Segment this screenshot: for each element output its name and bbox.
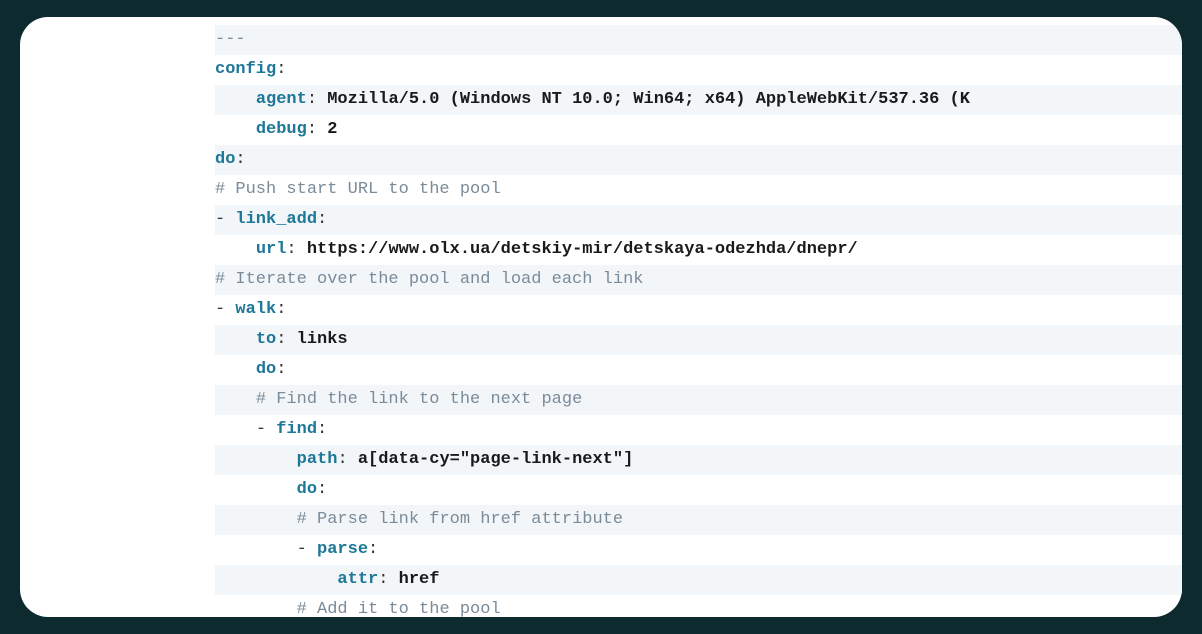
yaml-value: a[data-cy="page-link-next"] [358, 445, 633, 475]
code-line: # Iterate over the pool and load each li… [215, 265, 1182, 295]
yaml-comment: # Add it to the pool [297, 595, 501, 617]
yaml-value: href [399, 565, 440, 595]
yaml-key: debug [256, 115, 307, 145]
code-line: to: links [215, 325, 1182, 355]
code-line: - walk: [215, 295, 1182, 325]
code-card: --- config: agent: Mozilla/5.0 (Windows … [20, 17, 1182, 617]
code-block: --- config: agent: Mozilla/5.0 (Windows … [20, 17, 1182, 617]
code-line: - find: [215, 415, 1182, 445]
yaml-value: Mozilla/5.0 (Windows NT 10.0; Win64; x64… [327, 85, 970, 115]
yaml-key: parse [317, 535, 368, 565]
yaml-key: url [256, 235, 287, 265]
yaml-key: to [256, 325, 276, 355]
code-line: # Parse link from href attribute [215, 505, 1182, 535]
code-line: --- [215, 25, 1182, 55]
code-line: - link_add: [215, 205, 1182, 235]
yaml-key: do [215, 145, 235, 175]
code-line: - parse: [215, 535, 1182, 565]
code-line: do: [215, 475, 1182, 505]
yaml-comment: # Iterate over the pool and load each li… [215, 265, 643, 295]
yaml-key: agent [256, 85, 307, 115]
yaml-value: 2 [327, 115, 337, 145]
code-line: url: https://www.olx.ua/detskiy-mir/dets… [215, 235, 1182, 265]
code-line: # Find the link to the next page [215, 385, 1182, 415]
yaml-key: path [297, 445, 338, 475]
yaml-key: walk [235, 295, 276, 325]
code-line: agent: Mozilla/5.0 (Windows NT 10.0; Win… [215, 85, 1182, 115]
yaml-key: attr [337, 565, 378, 595]
yaml-key: config [215, 55, 276, 85]
yaml-value: links [297, 325, 348, 355]
yaml-key: do [256, 355, 276, 385]
code-line: do: [215, 355, 1182, 385]
code-line: path: a[data-cy="page-link-next"] [215, 445, 1182, 475]
yaml-key: do [297, 475, 317, 505]
yaml-value: https://www.olx.ua/detskiy-mir/detskaya-… [307, 235, 858, 265]
yaml-key: link_add [235, 205, 317, 235]
code-line: attr: href [215, 565, 1182, 595]
code-line: # Add it to the pool [215, 595, 1182, 617]
code-line: debug: 2 [215, 115, 1182, 145]
code-line: # Push start URL to the pool [215, 175, 1182, 205]
yaml-comment: # Parse link from href attribute [297, 505, 623, 535]
yaml-comment: # Find the link to the next page [256, 385, 582, 415]
code-line: config: [215, 55, 1182, 85]
code-line: do: [215, 145, 1182, 175]
yaml-comment: # Push start URL to the pool [215, 175, 501, 205]
yaml-separator: --- [215, 25, 246, 55]
yaml-key: find [276, 415, 317, 445]
